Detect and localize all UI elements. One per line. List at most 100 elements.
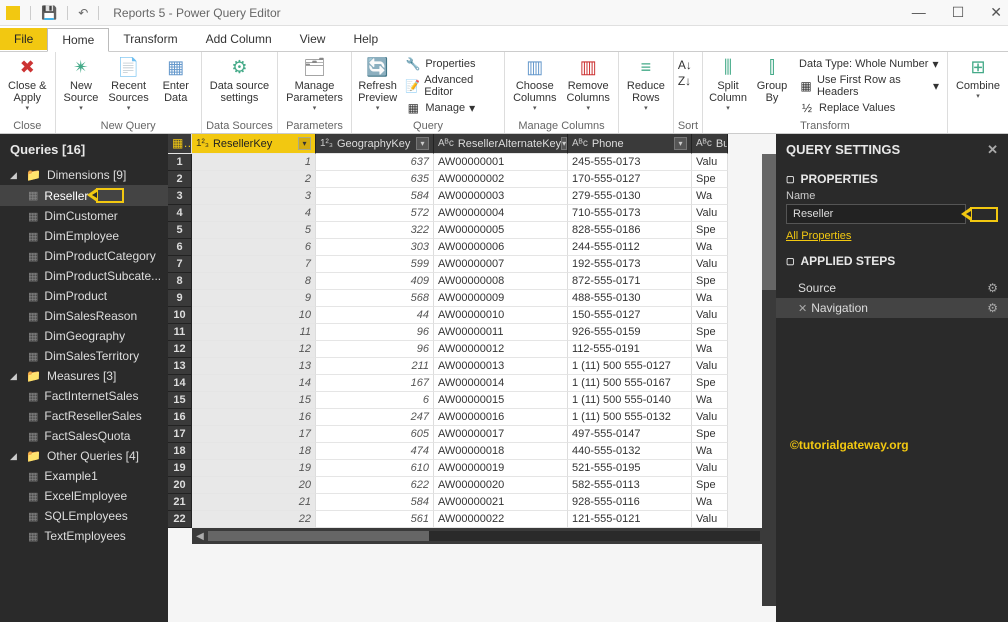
table-cell[interactable]: Spe — [692, 171, 728, 188]
query-item[interactable]: ▦ExcelEmployee — [0, 486, 168, 506]
table-cell[interactable]: 150-555-0127 — [568, 307, 692, 324]
table-cell[interactable]: AW00000002 — [434, 171, 568, 188]
save-icon[interactable]: 💾 — [41, 5, 57, 21]
query-item[interactable]: ▦TextEmployees — [0, 526, 168, 546]
table-cell[interactable]: AW00000019 — [434, 460, 568, 477]
expand-properties-icon[interactable]: ▢ — [786, 174, 795, 185]
table-cell[interactable]: 6 — [316, 392, 434, 409]
column-header[interactable]: 1²₃ResellerKey▾ — [192, 134, 316, 154]
table-cell[interactable]: AW00000015 — [434, 392, 568, 409]
tab-home[interactable]: Home — [47, 28, 109, 52]
table-cell[interactable]: Wa — [692, 494, 728, 511]
table-cell[interactable]: Spe — [692, 477, 728, 494]
table-cell[interactable]: Spe — [692, 273, 728, 290]
table-cell[interactable]: 6 — [192, 239, 316, 256]
table-cell[interactable]: 1 (11) 500 555-0167 — [568, 375, 692, 392]
table-cell[interactable]: 21 — [192, 494, 316, 511]
table-cell[interactable]: AW00000014 — [434, 375, 568, 392]
table-cell[interactable]: 584 — [316, 188, 434, 205]
table-cell[interactable]: 22 — [192, 511, 316, 528]
data-source-settings-button[interactable]: ⚙Data sourcesettings — [206, 54, 273, 106]
row-number[interactable]: 17 — [168, 426, 192, 443]
undo-icon[interactable]: ↶ — [78, 6, 88, 20]
row-number[interactable]: 18 — [168, 443, 192, 460]
table-cell[interactable]: 561 — [316, 511, 434, 528]
table-cell[interactable]: 3 — [192, 188, 316, 205]
table-cell[interactable]: AW00000018 — [434, 443, 568, 460]
table-cell[interactable]: 170-555-0127 — [568, 171, 692, 188]
expand-icon[interactable]: ◢ — [10, 451, 20, 462]
table-cell[interactable]: AW00000021 — [434, 494, 568, 511]
table-cell[interactable]: 1 (11) 500 555-0132 — [568, 409, 692, 426]
table-cell[interactable]: 1 — [192, 154, 316, 171]
table-cell[interactable]: Wa — [692, 392, 728, 409]
maximize-button[interactable]: ☐ — [952, 4, 965, 21]
table-cell[interactable]: AW00000005 — [434, 222, 568, 239]
table-cell[interactable]: 572 — [316, 205, 434, 222]
query-item[interactable]: ▦DimProduct — [0, 286, 168, 306]
table-cell[interactable]: Spe — [692, 375, 728, 392]
row-number[interactable]: 1 — [168, 154, 192, 171]
table-cell[interactable]: 15 — [192, 392, 316, 409]
table-cell[interactable]: 16 — [192, 409, 316, 426]
table-cell[interactable]: 928-555-0116 — [568, 494, 692, 511]
table-cell[interactable]: AW00000009 — [434, 290, 568, 307]
table-cell[interactable]: AW00000017 — [434, 426, 568, 443]
table-cell[interactable]: 828-555-0186 — [568, 222, 692, 239]
table-cell[interactable]: Valu — [692, 154, 728, 171]
row-number[interactable]: 5 — [168, 222, 192, 239]
table-cell[interactable]: 245-555-0173 — [568, 154, 692, 171]
row-number[interactable]: 21 — [168, 494, 192, 511]
table-cell[interactable]: 303 — [316, 239, 434, 256]
row-number[interactable]: 2 — [168, 171, 192, 188]
query-item[interactable]: ▦DimProductCategory — [0, 246, 168, 266]
query-item[interactable]: ▦Example1 — [0, 466, 168, 486]
table-cell[interactable]: AW00000012 — [434, 341, 568, 358]
manage-parameters-button[interactable]: 🗂ManageParameters▾ — [282, 54, 347, 114]
table-cell[interactable]: 211 — [316, 358, 434, 375]
table-cell[interactable]: 1 (11) 500 555-0140 — [568, 392, 692, 409]
queries-folder[interactable]: ◢📁Measures [3] — [0, 366, 168, 386]
table-cell[interactable]: AW00000016 — [434, 409, 568, 426]
table-cell[interactable]: 112-555-0191 — [568, 341, 692, 358]
table-cell[interactable]: 7 — [192, 256, 316, 273]
table-cell[interactable]: 10 — [192, 307, 316, 324]
reduce-rows-button[interactable]: ≡ReduceRows▾ — [623, 54, 669, 114]
table-cell[interactable]: 121-555-0121 — [568, 511, 692, 528]
manage-button[interactable]: ▦Manage ▾ — [403, 100, 498, 116]
table-cell[interactable]: 167 — [316, 375, 434, 392]
table-cell[interactable]: 279-555-0130 — [568, 188, 692, 205]
table-cell[interactable]: Wa — [692, 188, 728, 205]
table-cell[interactable]: 637 — [316, 154, 434, 171]
table-cell[interactable]: AW00000003 — [434, 188, 568, 205]
column-header[interactable]: AᴮcResellerAlternateKey▾ — [434, 134, 568, 154]
query-item[interactable]: ▦DimSalesReason — [0, 306, 168, 326]
table-corner[interactable]: ▦▾ — [168, 134, 192, 154]
horizontal-scrollbar[interactable]: ◀ ▶ — [192, 528, 776, 544]
table-cell[interactable]: Spe — [692, 324, 728, 341]
tab-view[interactable]: View — [286, 28, 340, 50]
properties-button[interactable]: 🔧Properties — [403, 56, 498, 72]
gear-icon[interactable]: ⚙ — [987, 301, 998, 315]
split-column-button[interactable]: ⫼SplitColumn▾ — [707, 54, 749, 114]
applied-step[interactable]: ✕Navigation⚙ — [776, 298, 1008, 318]
table-cell[interactable]: Valu — [692, 511, 728, 528]
row-number[interactable]: 22 — [168, 511, 192, 528]
table-cell[interactable]: 521-555-0195 — [568, 460, 692, 477]
table-cell[interactable]: 17 — [192, 426, 316, 443]
column-dropdown-icon[interactable]: ▾ — [561, 137, 567, 150]
table-cell[interactable]: 622 — [316, 477, 434, 494]
table-cell[interactable]: 584 — [316, 494, 434, 511]
table-cell[interactable]: Spe — [692, 222, 728, 239]
table-cell[interactable]: 20 — [192, 477, 316, 494]
scroll-left-arrow[interactable]: ◀ — [192, 531, 208, 542]
table-cell[interactable]: Valu — [692, 409, 728, 426]
table-cell[interactable]: 440-555-0132 — [568, 443, 692, 460]
table-cell[interactable]: Wa — [692, 443, 728, 460]
close-apply-button[interactable]: ✖ Close &Apply ▾ — [4, 54, 51, 114]
table-cell[interactable]: AW00000020 — [434, 477, 568, 494]
table-cell[interactable]: 192-555-0173 — [568, 256, 692, 273]
table-cell[interactable]: Valu — [692, 256, 728, 273]
table-cell[interactable]: 18 — [192, 443, 316, 460]
row-number[interactable]: 3 — [168, 188, 192, 205]
